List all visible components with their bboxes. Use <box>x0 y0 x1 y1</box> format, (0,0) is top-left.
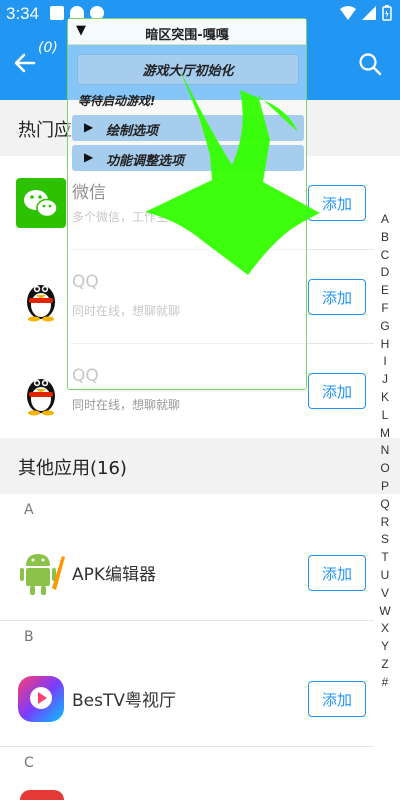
app-row-apk-editor[interactable]: APK编辑器 添加 <box>0 526 374 620</box>
index-letter[interactable]: B <box>381 229 389 247</box>
qq-penguin-icon <box>27 285 55 322</box>
index-letter[interactable]: W <box>379 603 390 621</box>
overlay-title: 暗区突围-嘎嘎 <box>145 28 229 43</box>
index-letter[interactable]: I <box>383 353 386 371</box>
index-letter[interactable]: O <box>380 460 389 478</box>
qq-penguin-icon <box>27 379 55 416</box>
bestv-icon <box>18 676 64 722</box>
index-letter[interactable]: F <box>381 300 388 318</box>
partial-app-icon <box>20 790 64 800</box>
index-letter[interactable]: L <box>382 407 389 425</box>
app-name: BesTV粤视厅 <box>72 691 176 711</box>
index-letter[interactable]: S <box>381 531 389 549</box>
index-letter[interactable]: U <box>381 567 390 585</box>
android-apk-icon <box>20 554 65 595</box>
letter-group-header: A <box>0 494 374 526</box>
search-icon[interactable] <box>358 52 382 76</box>
battery-icon <box>382 5 392 21</box>
expand-triangle-icon: ▶ <box>84 120 94 134</box>
index-letter[interactable]: X <box>381 620 389 638</box>
wifi-icon <box>340 6 356 20</box>
index-letter[interactable]: N <box>381 442 390 460</box>
index-letter[interactable]: P <box>381 478 389 496</box>
index-letter[interactable]: A <box>381 211 389 229</box>
overlay-title-bar[interactable]: ▼ 暗区突围-嘎嘎 <box>68 19 306 45</box>
index-letter[interactable]: T <box>381 549 388 567</box>
back-arrow-icon[interactable] <box>12 50 38 76</box>
expand-triangle-icon: ▶ <box>84 150 94 164</box>
index-letter[interactable]: D <box>381 264 390 282</box>
system-status-icons <box>340 5 392 21</box>
index-letter[interactable]: J <box>382 371 388 389</box>
add-button[interactable]: 添加 <box>308 373 366 409</box>
add-button[interactable]: 添加 <box>308 279 366 315</box>
index-letter[interactable]: R <box>381 514 390 532</box>
index-letter[interactable]: Z <box>381 656 388 674</box>
app-desc: 同时在线，想聊就聊 <box>72 398 181 412</box>
image-notification-icon <box>50 6 64 20</box>
group-letter: C <box>24 755 34 771</box>
green-down-arrow-icon <box>145 70 320 275</box>
other-apps-header: 其他应用(16) <box>0 438 400 494</box>
app-name: APK编辑器 <box>72 565 157 585</box>
index-letter[interactable]: K <box>381 389 389 407</box>
index-letter[interactable]: H <box>381 336 390 354</box>
index-letter[interactable]: Q <box>380 496 389 514</box>
add-button[interactable]: 添加 <box>308 681 366 717</box>
letter-group-header: C <box>0 746 374 778</box>
index-letter[interactable]: C <box>381 247 390 265</box>
index-letter[interactable]: Y <box>381 638 389 656</box>
selected-count: (0) <box>38 40 58 56</box>
letter-group-header: B <box>0 620 374 652</box>
group-letter: A <box>24 502 34 518</box>
group-letter: B <box>24 629 34 645</box>
status-time: 3:34 <box>6 4 40 23</box>
index-letter[interactable]: G <box>380 318 389 336</box>
index-letter[interactable]: M <box>380 425 390 443</box>
index-letter[interactable]: E <box>381 282 389 300</box>
index-letter[interactable]: # <box>382 674 389 692</box>
index-letter[interactable]: V <box>381 585 389 603</box>
add-button[interactable]: 添加 <box>308 555 366 591</box>
wechat-icon <box>16 178 66 228</box>
other-apps-title: 其他应用(16) <box>18 458 127 479</box>
alphabet-index[interactable]: A B C D E F G H I J K L M N O P Q R S T U V W X Y Z # <box>378 211 392 692</box>
app-row-bestv[interactable]: BesTV粤视厅 添加 <box>0 652 374 746</box>
signal-icon <box>362 6 376 20</box>
